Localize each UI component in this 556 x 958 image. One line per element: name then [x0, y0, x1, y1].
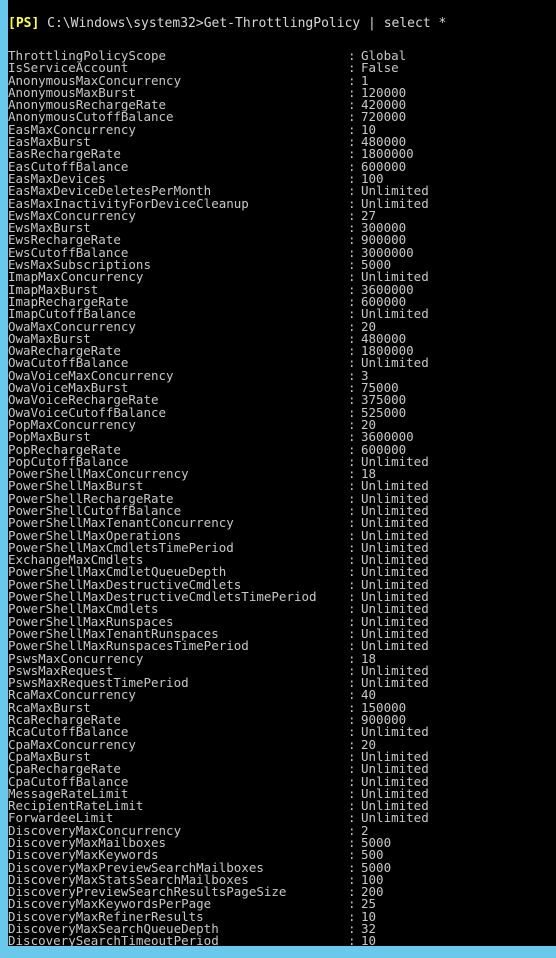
terminal-left-accent-border	[0, 0, 8, 958]
terminal-bottom-accent-border	[0, 946, 556, 958]
property-value: Unlimited	[361, 810, 429, 826]
command-prompt-line: [PS] C:\Windows\system32>Get-ThrottlingP…	[8, 17, 446, 31]
entered-command: Get-ThrottlingPolicy | select *	[203, 16, 447, 31]
prompt-path: C:\Windows\system32>	[39, 16, 204, 31]
ps-prompt-tag: [PS]	[8, 16, 40, 31]
property-value: Unlimited	[361, 355, 429, 371]
terminal-content-area[interactable]: [PS] C:\Windows\system32>Get-ThrottlingP…	[8, 0, 556, 958]
throttling-policy-output: ThrottlingPolicyScope: Global IsServiceAcc…	[8, 49, 556, 958]
powershell-terminal-window[interactable]: [PS] C:\Windows\system32>Get-ThrottlingP…	[0, 0, 556, 958]
